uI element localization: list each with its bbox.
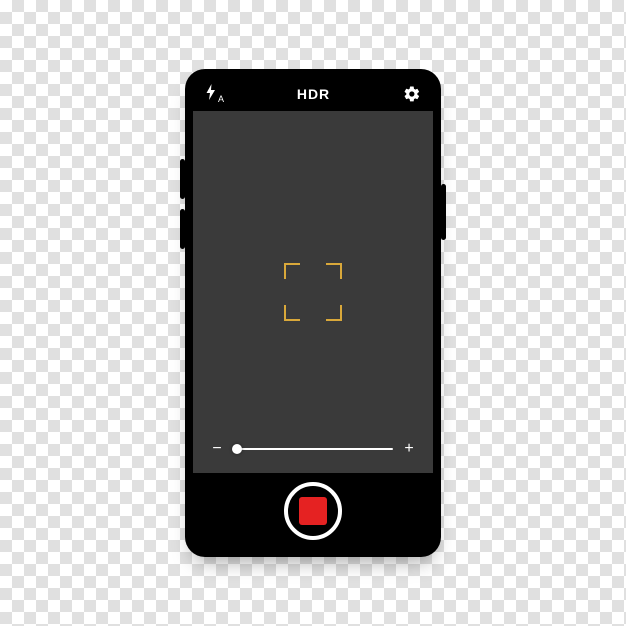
record-button[interactable]	[284, 482, 342, 540]
camera-viewfinder[interactable]: − +	[193, 111, 433, 473]
camera-top-bar: A HDR	[193, 77, 433, 111]
focus-corner-br	[326, 305, 342, 321]
flash-mode-button[interactable]: A	[205, 84, 224, 105]
zoom-thumb[interactable]	[232, 444, 242, 454]
phone-frame: A HDR − +	[185, 69, 441, 557]
settings-button[interactable]	[403, 85, 421, 103]
power-button[interactable]	[441, 184, 446, 240]
hdr-toggle[interactable]: HDR	[224, 86, 403, 102]
volume-down-button[interactable]	[180, 209, 185, 249]
focus-frame	[284, 263, 342, 321]
volume-up-button[interactable]	[180, 159, 185, 199]
gear-icon	[403, 85, 421, 103]
camera-app-screen: A HDR − +	[193, 77, 433, 549]
stop-icon	[299, 497, 327, 525]
zoom-in-label: +	[403, 441, 415, 457]
zoom-slider[interactable]: − +	[211, 441, 415, 457]
focus-corner-bl	[284, 305, 300, 321]
flash-icon	[205, 84, 217, 105]
camera-bottom-bar	[193, 473, 433, 549]
zoom-track[interactable]	[233, 448, 393, 450]
focus-corner-tl	[284, 263, 300, 279]
zoom-out-label: −	[211, 441, 223, 457]
focus-corner-tr	[326, 263, 342, 279]
